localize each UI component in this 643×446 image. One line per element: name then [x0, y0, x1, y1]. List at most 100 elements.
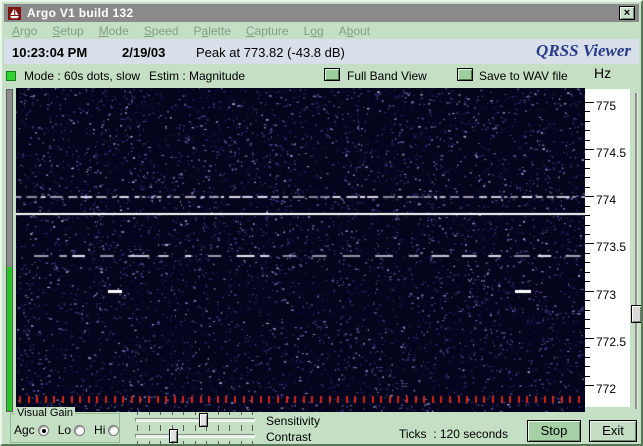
axis-tick: [585, 215, 590, 216]
control-panel: Visual Gain Agc Lo Hi Sensitivity Contrast…: [4, 407, 639, 444]
slider-tick: [183, 441, 184, 444]
axis-tick: [585, 291, 594, 292]
clock-readout: 10:23:04 PM: [12, 45, 88, 60]
slider-tick: [252, 412, 253, 415]
full-band-view-button[interactable]: [324, 68, 340, 81]
status-toolbar: Mode : 60s dots, slow Estim : Magnitude …: [4, 64, 639, 88]
slider-tick: [229, 428, 230, 431]
visual-gain-option-lo[interactable]: Lo: [58, 423, 86, 437]
radio-icon[interactable]: [37, 424, 49, 436]
sensitivity-slider[interactable]: [135, 412, 255, 428]
contrast-label: Contrast: [266, 430, 312, 444]
slider-tick: [160, 441, 161, 444]
menu-item-mode[interactable]: Mode: [99, 24, 129, 38]
axis-tick-label: 773: [596, 288, 617, 302]
slider-tick: [137, 441, 138, 444]
slider-tick: [217, 412, 219, 415]
axis-tick: [585, 319, 590, 320]
axis-tick: [585, 206, 590, 207]
axis-tick: [585, 347, 590, 348]
brand-logo-text: QRSS Viewer: [536, 41, 631, 60]
axis-tick: [585, 310, 590, 311]
cont-slider-thumb[interactable]: [169, 429, 178, 443]
close-icon[interactable]: ×: [619, 6, 635, 20]
slider-tick: [240, 412, 242, 415]
slider-tick: [183, 412, 184, 415]
menu-item-log[interactable]: Log: [304, 24, 324, 38]
visual-gain-group: Visual Gain Agc Lo Hi: [10, 407, 120, 443]
axis-tick-label: 772: [596, 382, 617, 396]
vslider-track: [635, 93, 638, 409]
menu-item-setup[interactable]: Setup: [52, 24, 83, 38]
axis-tick: [585, 102, 594, 103]
slider-tick: [206, 441, 207, 444]
menu-item-argo[interactable]: Argo: [12, 24, 37, 38]
argo-window: Argo V1 build 132 × Argo Setup Mode Speed Pa…: [0, 0, 643, 446]
slider-tick: [160, 412, 161, 415]
visual-gain-options: Agc Lo Hi: [14, 423, 120, 437]
frequency-axis: 775 774.5 774 773.5 773 772.5 772: [585, 89, 630, 407]
menu-item-about[interactable]: About: [339, 24, 370, 38]
axis-tick: [585, 130, 590, 131]
vslider-thumb[interactable]: [631, 305, 641, 323]
axis-tick: [585, 281, 590, 282]
axis-tick: [585, 140, 590, 141]
date-readout: 2/19/03: [122, 45, 166, 60]
axis-tick: [585, 328, 590, 329]
save-wav-button[interactable]: [457, 68, 473, 81]
activity-led-icon: [6, 71, 16, 81]
slider-tick: [148, 412, 150, 415]
slider-tick: [206, 428, 207, 431]
slider-tick: [171, 412, 173, 415]
slider-tick: [252, 441, 253, 444]
axis-tick-label: 773.5: [596, 240, 627, 254]
menu-item-speed[interactable]: Speed: [144, 24, 179, 38]
radio-icon[interactable]: [108, 424, 120, 436]
axis-tick-label: 774.5: [596, 146, 627, 160]
slider-tick: [240, 441, 242, 444]
visual-gain-option-hi[interactable]: Hi: [94, 423, 120, 437]
slider-tick: [194, 428, 196, 431]
axis-tick: [585, 111, 590, 112]
visual-gain-label: Visual Gain: [15, 407, 76, 419]
signal-level-bar: [6, 89, 13, 412]
sensitivity-label: Sensitivity: [266, 414, 321, 428]
spectrogram-display[interactable]: [16, 88, 585, 412]
axis-tick: [585, 338, 594, 339]
contrast-slider[interactable]: [135, 428, 255, 444]
frequency-offset-slider[interactable]: [631, 90, 641, 412]
axis-tick: [585, 234, 590, 235]
axis-tick: [585, 376, 590, 377]
axis-tick: [585, 243, 594, 244]
slider-tick: [183, 428, 184, 431]
full-band-view-label: Full Band View: [347, 69, 427, 83]
menu-item-palette[interactable]: Palette: [193, 24, 230, 38]
menu-item-capture[interactable]: Capture: [246, 24, 289, 38]
slider-tick: [137, 412, 138, 415]
axis-tick: [585, 366, 590, 367]
axis-tick: [585, 187, 590, 188]
slider-track: [135, 434, 255, 438]
sailboat-app-icon: [8, 6, 21, 20]
slider-tick: [229, 441, 230, 444]
slider-track: [135, 418, 255, 422]
ticks-readout: Ticks : 120 seconds: [399, 427, 508, 441]
stop-button[interactable]: Stop: [527, 420, 581, 442]
slider-tick: [160, 428, 161, 431]
slider-tick: [240, 428, 242, 431]
estim-readout: Estim : Magnitude: [149, 69, 246, 83]
exit-button[interactable]: Exit: [589, 420, 637, 442]
signal-level-fill: [7, 267, 12, 411]
slider-tick: [217, 441, 219, 444]
slider-tick: [217, 428, 219, 431]
title-bar: Argo V1 build 132 ×: [4, 4, 639, 22]
radio-icon[interactable]: [74, 424, 86, 436]
slider-tick: [194, 412, 196, 415]
axis-tick: [585, 121, 590, 122]
visual-gain-option-agc[interactable]: Agc: [14, 423, 49, 437]
sens-slider-thumb[interactable]: [199, 413, 208, 427]
menu-bar: Argo Setup Mode Speed Palette Capture Log About: [4, 22, 639, 39]
axis-tick: [585, 177, 590, 178]
axis-tick: [585, 357, 590, 358]
axis-unit-label: Hz: [594, 65, 612, 81]
